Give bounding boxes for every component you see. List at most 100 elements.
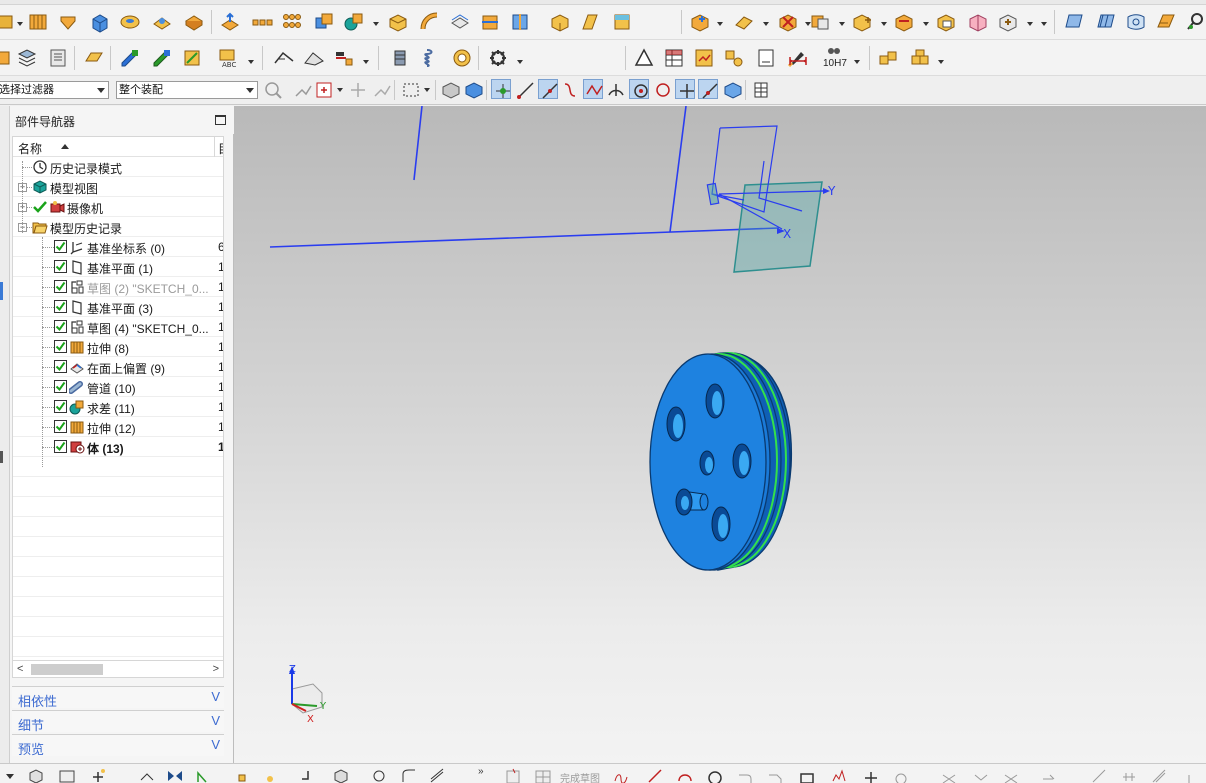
preview-panel[interactable]: 预览 V: [12, 734, 224, 757]
select-component-icon[interactable]: [463, 79, 483, 99]
dropdown-arrow-icon[interactable]: [937, 58, 945, 66]
feature-checkbox[interactable]: [54, 320, 67, 333]
select-region-icon[interactable]: [313, 79, 333, 99]
tree-row[interactable]: 草图 (2) "SKETCH_0... 1: [13, 277, 223, 297]
point-icon[interactable]: [862, 767, 880, 783]
sketch-tool-icon[interactable]: [0, 11, 16, 33]
curve-rule-icon[interactable]: [273, 47, 295, 69]
feature-checkbox[interactable]: [54, 280, 67, 293]
offset-sketch-icon[interactable]: [1040, 767, 1058, 783]
offset-curve-icon[interactable]: [236, 767, 254, 783]
column-divider[interactable]: [214, 137, 215, 157]
patch-body-icon[interactable]: [549, 11, 571, 33]
extract-geometry-icon[interactable]: [387, 11, 409, 33]
snap-bounded-grid-icon[interactable]: [750, 79, 770, 99]
scrollbar-thumb[interactable]: [31, 664, 103, 675]
feature-checkbox[interactable]: [54, 300, 67, 313]
select-feature-icon[interactable]: [371, 79, 391, 99]
resource-tab-marker[interactable]: [0, 282, 3, 300]
bearing-part-icon[interactable]: [451, 47, 473, 69]
dropdown-arrow-icon[interactable]: [372, 20, 380, 28]
add-point-icon[interactable]: [89, 767, 107, 783]
image-icon[interactable]: [58, 767, 76, 783]
edge-blend-icon[interactable]: [689, 11, 711, 33]
dropdown-arrow-icon[interactable]: [336, 86, 344, 94]
navigator-tree[interactable]: 名称 目 历史记录模式+模型视图+摄像机−模型历史记录基准坐标系 (0) 6 基准平…: [12, 136, 224, 661]
dropdown-arrow-icon[interactable]: [247, 58, 255, 66]
boss-tool-icon[interactable]: [151, 11, 173, 33]
chevron-down-icon[interactable]: V: [211, 689, 220, 704]
draft-tool-icon[interactable]: [579, 11, 601, 33]
tree-row[interactable]: 历史记录模式: [13, 157, 223, 177]
dimension-sketch-icon[interactable]: [1120, 767, 1138, 783]
scroll-left-icon[interactable]: <: [17, 663, 23, 675]
resize-blend-icon[interactable]: [967, 11, 989, 33]
dropdown-arrow-icon[interactable]: [1026, 20, 1034, 28]
select-tangent-icon[interactable]: [347, 79, 367, 99]
assembly-components-icon[interactable]: [877, 47, 899, 69]
tree-row[interactable]: − 模型历史记录: [13, 217, 223, 237]
feature-checkbox[interactable]: [54, 380, 67, 393]
polygon-icon[interactable]: [830, 767, 848, 783]
snap-line-icon[interactable]: [515, 79, 535, 99]
dropdown-arrow-icon[interactable]: [362, 58, 370, 66]
dropdown-arrow-icon[interactable]: [838, 20, 846, 28]
feature-checkbox[interactable]: [54, 340, 67, 353]
tree-row[interactable]: 基准坐标系 (0) 6: [13, 237, 223, 257]
constraint-icon[interactable]: [1150, 767, 1168, 783]
move-component-icon[interactable]: [27, 767, 45, 783]
snap-quadrant-icon[interactable]: [652, 79, 672, 99]
layer-settings-icon[interactable]: [16, 47, 38, 69]
tree-row[interactable]: 基准平面 (3) 1: [13, 297, 223, 317]
delete-face-icon[interactable]: [777, 11, 799, 33]
dropdown-arrow-icon[interactable]: [716, 20, 724, 28]
snap-endpoint-icon[interactable]: [491, 79, 511, 99]
dropdown-arrow-icon[interactable]: [880, 20, 888, 28]
snap-on-curve-icon[interactable]: [698, 79, 718, 99]
tree-row[interactable]: 管道 (10) 1: [13, 377, 223, 397]
move-object-icon[interactable]: [333, 47, 355, 69]
maximize-icon[interactable]: [215, 115, 226, 125]
selection-filter-select[interactable]: 选择过滤器: [0, 81, 109, 99]
subtract-tool-icon[interactable]: [343, 11, 365, 33]
feature-parameters-icon[interactable]: [151, 47, 173, 69]
more-chevron-icon[interactable]: »: [478, 766, 484, 777]
pad-tool-icon[interactable]: [183, 11, 205, 33]
derived-line-icon[interactable]: [428, 767, 446, 783]
pull-face-icon[interactable]: [893, 11, 915, 33]
snap-tangent-icon[interactable]: [605, 79, 625, 99]
rectangle-icon[interactable]: [798, 767, 816, 783]
arc-icon[interactable]: [676, 767, 694, 783]
edit-feature-icon[interactable]: [119, 47, 141, 69]
surface-through-curves-icon[interactable]: [1095, 11, 1117, 33]
select-body-icon[interactable]: [440, 79, 460, 99]
dependencies-panel[interactable]: 相依性 V: [12, 686, 224, 709]
edit-positioning-icon[interactable]: [181, 47, 203, 69]
chevron-down-icon[interactable]: V: [211, 737, 220, 752]
mirror-sketch-icon[interactable]: [1090, 767, 1108, 783]
select-filter-icon[interactable]: [262, 79, 282, 99]
surface-section-icon[interactable]: [303, 47, 325, 69]
layer-category-icon[interactable]: [47, 47, 69, 69]
tree-row[interactable]: 基准平面 (1) 1: [13, 257, 223, 277]
resource-tab-marker[interactable]: [0, 451, 3, 463]
dropdown-arrow-icon[interactable]: [2, 767, 20, 783]
feature-checkbox[interactable]: [54, 360, 67, 373]
dropdown-arrow-icon[interactable]: [853, 58, 861, 66]
feature-checkbox[interactable]: [54, 400, 67, 413]
make-corner-icon[interactable]: [1002, 767, 1020, 783]
assembly-scope-select[interactable]: 整个装配: [116, 81, 258, 99]
pattern-grid-icon[interactable]: [281, 11, 303, 33]
studio-surface-icon[interactable]: [1155, 11, 1177, 33]
project-curve-icon[interactable]: [194, 767, 212, 783]
cylinder-part-icon[interactable]: [389, 47, 411, 69]
tree-row[interactable]: 草图 (4) "SKETCH_0... 1: [13, 317, 223, 337]
attributes-icon[interactable]: ABC: [217, 47, 239, 69]
select-connected-icon[interactable]: [292, 79, 312, 99]
triangle-shape-icon[interactable]: [633, 47, 655, 69]
mirror-curve-icon[interactable]: [166, 767, 184, 783]
feature-checkbox[interactable]: [54, 260, 67, 273]
part-tool-icon[interactable]: [0, 47, 14, 69]
column-extra-header[interactable]: 目: [218, 140, 223, 157]
dimension-table-icon[interactable]: [693, 47, 715, 69]
